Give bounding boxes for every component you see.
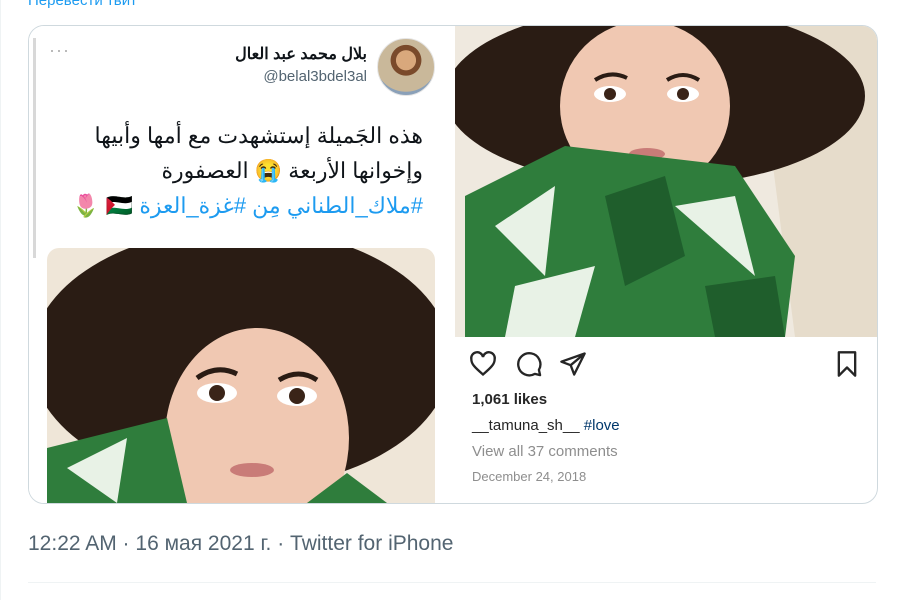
author-name: بلال محمد عبد العال bbox=[235, 46, 367, 63]
share-icon[interactable] bbox=[559, 350, 587, 378]
instagram-photo bbox=[455, 26, 877, 337]
tweet-text-line: هذه الجَميلة إستشهدت مع أمها وأبيها bbox=[94, 123, 423, 148]
likes-count: 1,061 likes bbox=[472, 391, 548, 408]
quote-bar bbox=[33, 38, 36, 258]
translate-tweet-link[interactable]: Перевести твит bbox=[28, 0, 137, 9]
bookmark-icon[interactable] bbox=[833, 350, 861, 378]
embedded-tweet-text: هذه الجَميلة إستشهدت مع أمها وأبيها وإخو… bbox=[43, 118, 423, 223]
divider bbox=[28, 582, 876, 583]
comment-icon[interactable] bbox=[515, 350, 543, 378]
more-options-icon: ··· bbox=[49, 40, 70, 60]
author-handle: @belal3bdel3al bbox=[263, 68, 367, 85]
instagram-actions bbox=[469, 350, 861, 380]
tweet-hashtags: #ملاك_الطناني مِن #غزة_العزة 🇵🇸 🌷 bbox=[72, 193, 423, 218]
embedded-photo bbox=[47, 248, 435, 503]
tweet-timestamp[interactable]: 12:22 AM · 16 мая 2021 г. · Twitter for … bbox=[28, 532, 453, 556]
caption-hashtag: #love bbox=[583, 417, 620, 434]
author-avatar bbox=[377, 38, 435, 96]
view-comments-link: View all 37 comments bbox=[472, 443, 618, 460]
post-date: December 24, 2018 bbox=[472, 469, 587, 484]
media-card[interactable]: ··· بلال محمد عبد العال @belal3bdel3al ه… bbox=[28, 25, 878, 504]
embedded-tweet-screenshot: ··· بلال محمد عبد العال @belal3bdel3al ه… bbox=[29, 26, 453, 503]
caption-username: __tamuna_sh__ bbox=[472, 417, 580, 434]
timeline-border bbox=[0, 0, 1, 600]
instagram-caption: __tamuna_sh__ #love bbox=[472, 417, 620, 434]
heart-icon[interactable] bbox=[469, 350, 497, 378]
tweet-text-line: وإخوانها الأربعة 😭 العصفورة bbox=[161, 158, 423, 183]
